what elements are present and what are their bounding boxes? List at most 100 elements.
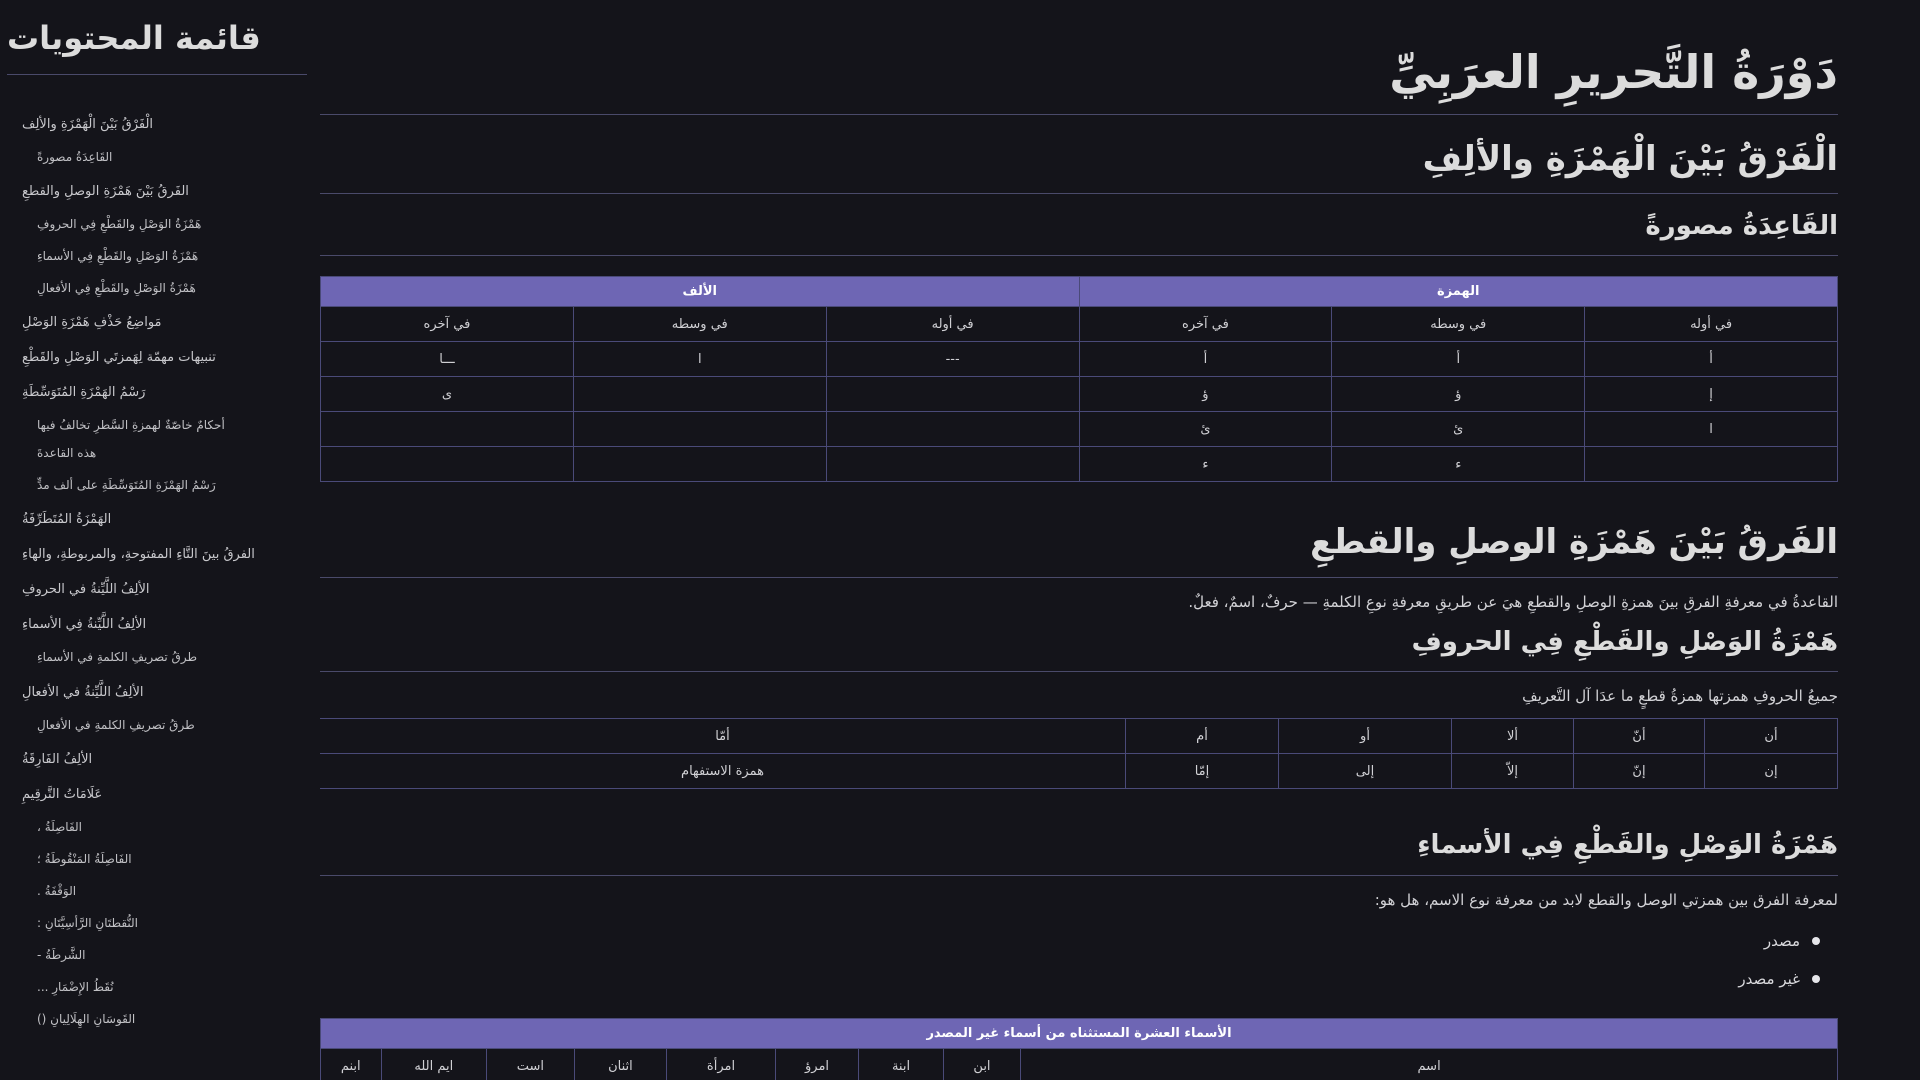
toc-link[interactable]: أحكامٌ خاصّةٌ لهمزةِ السَّطرِ تخالفُ فيه…	[37, 418, 225, 432]
table-cell: ابنة	[858, 1048, 944, 1080]
table-cell: ؤ	[1331, 376, 1586, 413]
article: دَوْرَةُ التَّحريرِ العرَبِيِّ الْفَرْقُ…	[320, 0, 1838, 1080]
toc-link[interactable]: الألِفُ اللَّيِّنةُ فِي الأسماءِ	[22, 617, 146, 632]
table-cell: إ	[1584, 376, 1838, 413]
table-cell: ئ	[1331, 411, 1586, 448]
table-row: ء ء	[320, 446, 1838, 483]
toc-link[interactable]: هَمْزَةُ الوَصْلِ والقَطْعِ فِي الأفعالِ	[37, 281, 196, 295]
table-cell	[825, 411, 1080, 448]
toc-link[interactable]: الفَرقُ بَيْنَ هَمْزَةِ الوصلِ والقطعِ	[22, 184, 189, 199]
paragraph: جميعُ الحروفِ همزتها همزةُ قطعٍ ما عدَا …	[1522, 687, 1838, 706]
table-band-hamza: الهمزة	[1078, 276, 1838, 308]
table-cell: اثنان	[573, 1048, 668, 1080]
table-cell: أو	[1278, 718, 1452, 755]
section-heading-hamza-alif: الْفَرْقُ بَيْنَ الْهَمْزَةِ والألِفِ	[320, 115, 1838, 194]
paragraph: لمعرفة الفرق بين همزتي الوصل والقطع لابد…	[1374, 891, 1838, 910]
table-cell: ء	[1078, 446, 1333, 483]
toc-link[interactable]: النُّقطتَانِ الرَّأسِيَّتَانِ :	[37, 916, 138, 930]
table-cell	[572, 376, 827, 413]
toc-link[interactable]: نُقَطُ الإِضْمَارِ ...	[37, 980, 114, 994]
toc-link[interactable]: الهَمْزَةُ المُتَطَرِّفَةُ	[22, 512, 111, 527]
toc-link[interactable]: القَاعِدَةُ مصورةً	[37, 150, 112, 164]
table-of-contents: قائمة المحتويات الْفَرْقُ بَيْنَ الْهَمْ…	[0, 0, 315, 1080]
subsection-heading-letters: هَمْزَةُ الوَصْلِ والقَطْعِ فِي الحروفِ	[320, 624, 1838, 673]
table-cell: إلاّ	[1451, 753, 1574, 790]
toc-link[interactable]: طرقُ تصريفِ الكلمةِ في الأسماءِ	[37, 650, 197, 664]
toc-link[interactable]: الفَاصِلَةُ ،	[37, 820, 82, 834]
toc-link[interactable]: تنبيهات مهمّة لِهَمزتَي الوَصْلِ والقَطْ…	[22, 350, 216, 365]
table-cell: امرؤ	[774, 1048, 860, 1080]
page-title: دَوْرَةُ التَّحريرِ العرَبِيِّ	[320, 0, 1838, 115]
toc-link[interactable]: الفَاصِلَةُ المَنْقُوطَةُ ؛	[37, 852, 132, 866]
table-cell: اسم	[1020, 1048, 1838, 1080]
list-item: غير مصدر	[320, 960, 1822, 998]
toc-link[interactable]: هذه القاعدةَ	[37, 446, 96, 460]
table-header-cell: في أوله	[825, 306, 1080, 343]
table-row: أن أنّ ألا أو أم أمّا	[320, 718, 1838, 755]
table-row: اسم ابن ابنة امرؤ امرأة اثنان است ايم ال…	[320, 1048, 1838, 1080]
table-cell: همزة الاستفهام	[320, 753, 1126, 790]
subsection-heading-rule-image: القَاعِدَةُ مصورةً	[320, 194, 1838, 257]
table-cell: ء	[1331, 446, 1586, 483]
toc-link[interactable]: طرقُ تصريفِ الكلمةِ في الأفعالِ	[37, 718, 195, 732]
table-cell: ـــا	[320, 341, 574, 378]
table-cell	[572, 411, 827, 448]
hamza-alif-table: الهمزة الألف في أوله في وسطه في آخره في …	[320, 276, 1838, 483]
page: قائمة المحتويات الْفَرْقُ بَيْنَ الْهَمْ…	[0, 0, 1920, 1080]
table-row: إن إنّ إلاّ إلى إمّا همزة الاستفهام	[320, 753, 1838, 790]
table-header-cell: في آخره	[320, 306, 574, 343]
toc-link[interactable]: القَوسَانِ الهِلَالِيانِ ()	[37, 1012, 135, 1026]
table-band-alif: الألف	[320, 276, 1080, 308]
toc-link[interactable]: هَمْزَةُ الوَصْلِ والقَطْعِ فِي الأسماءِ	[37, 249, 198, 263]
table-header-cell: في وسطه	[572, 306, 827, 343]
table-cell: إنّ	[1573, 753, 1705, 790]
table-row: أ أ أ --- ا ـــا	[320, 341, 1838, 378]
toc-link[interactable]: الشَّرطَةُ -	[37, 948, 85, 962]
letters-table: أن أنّ ألا أو أم أمّا إن إنّ إلاّ إلى إم…	[320, 718, 1838, 790]
subsection-heading-names: هَمْزَةُ الوَصْلِ والقَطْعِ فِي الأسماءِ	[320, 809, 1838, 877]
table-cell: امرأة	[666, 1048, 776, 1080]
toc-link[interactable]: الوَقْفَةُ .	[37, 884, 76, 898]
table-cell: أ	[1584, 341, 1838, 378]
table-cell	[1584, 446, 1838, 483]
table-row: إ ؤ ؤ ى	[320, 376, 1838, 413]
table-cell: أمّا	[320, 718, 1126, 755]
table-cell: أ	[1331, 341, 1586, 378]
table-cell: ابنم	[320, 1048, 382, 1080]
table-cell: ى	[320, 376, 574, 413]
table-cell: أنّ	[1573, 718, 1705, 755]
toc-title: قائمة المحتويات	[7, 18, 307, 75]
toc-link[interactable]: عَلَامَاتُ التَّرقِيمِ	[22, 787, 102, 802]
table-band-names: الأسماء العشرة المستثناه من أسماء غير ال…	[320, 1018, 1838, 1050]
table-cell	[572, 446, 827, 483]
toc-link[interactable]: الألِفُ اللَّيِّنةُ في الحروفِ	[22, 582, 149, 597]
table-cell: ابن	[942, 1048, 1022, 1080]
table-cell: إلى	[1278, 753, 1452, 790]
toc-link[interactable]: رَسْمُ الهَمْزَةِ المُتَوَسِّطَةِ على أل…	[37, 478, 216, 492]
table-cell	[320, 446, 574, 483]
toc-link[interactable]: الألِفُ اللَّيِّنةُ في الأفعالِ	[22, 685, 144, 700]
table-cell	[825, 376, 1080, 413]
table-cell: ا	[1584, 411, 1838, 448]
toc-link[interactable]: رَسْمُ الهَمْزَةِ المُتَوَسِّطَةِ	[22, 385, 145, 400]
paragraph: القاعدةُ في معرفةِ الفرقِ بينَ همزةِ الو…	[1188, 592, 1838, 611]
names-table: الأسماء العشرة المستثناه من أسماء غير ال…	[320, 1018, 1838, 1080]
bullet-list: مصدر غير مصدر	[320, 922, 1838, 998]
toc-link[interactable]: هَمْزَةُ الوَصْلِ والقَطْعِ فِي الحروفِ	[37, 217, 201, 231]
table-cell: أ	[1078, 341, 1333, 378]
toc-link[interactable]: الألِفُ الفَارِقَةُ	[22, 752, 92, 767]
table-cell: إمّا	[1125, 753, 1279, 790]
table-cell: ا	[572, 341, 827, 378]
section-heading-wasl-qat: الفَرقُ بَيْنَ هَمْزَةِ الوصلِ والقطعِ	[320, 498, 1838, 578]
table-cell: ألا	[1451, 718, 1574, 755]
table-header-cell: في أوله	[1584, 306, 1838, 343]
table-cell: ؤ	[1078, 376, 1333, 413]
table-cell: ايم الله	[380, 1048, 488, 1080]
table-cell: إن	[1704, 753, 1838, 790]
toc-link[interactable]: الفرقُ بينَ التَّاءِ المفتوحةِ، والمربوط…	[22, 547, 255, 562]
table-cell: أن	[1704, 718, 1838, 755]
toc-link[interactable]: مَواضِعُ حَذْفِ هَمْزَةِ الوَصْلِ	[22, 315, 162, 330]
toc-link[interactable]: الْفَرْقُ بَيْنَ الْهَمْزَةِ والألِف	[22, 117, 153, 132]
table-cell	[825, 446, 1080, 483]
table-cell: ---	[825, 341, 1080, 378]
